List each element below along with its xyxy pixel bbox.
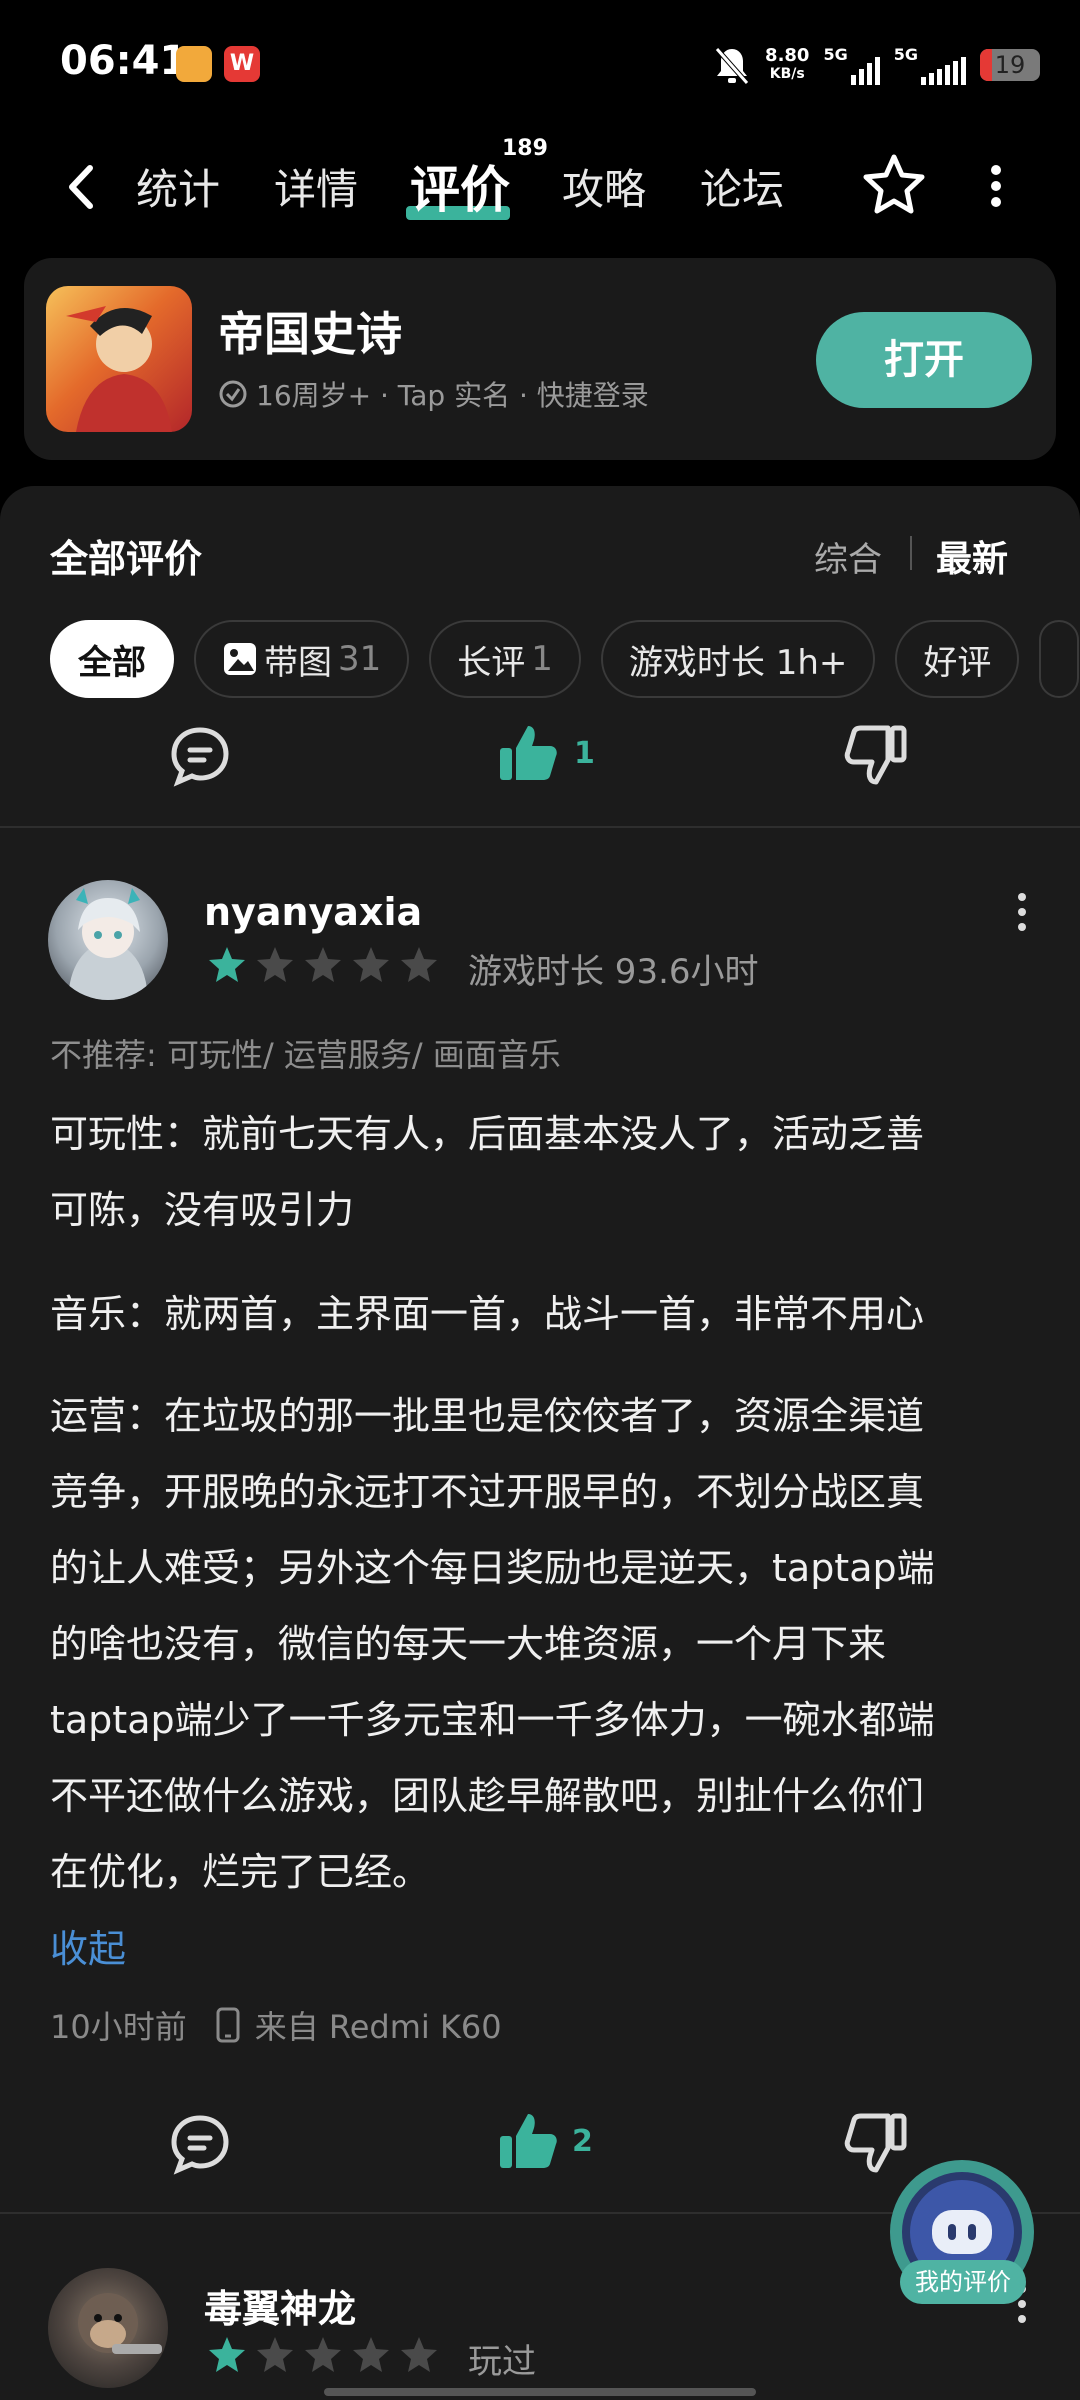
app-meta: 16周岁+ · Tap 实名 · 快捷登录	[218, 374, 649, 414]
reviewer-name[interactable]: 毒翼神龙	[204, 2278, 356, 2333]
star-empty-icon	[257, 947, 293, 982]
star-empty-icon	[305, 947, 341, 982]
star-empty-icon	[401, 2337, 437, 2372]
star-empty-icon	[401, 947, 437, 982]
tab-guides[interactable]: 攻略	[562, 156, 646, 217]
star-filled-icon	[209, 947, 245, 982]
reviews-title: 全部评价	[50, 537, 203, 581]
tab-stats[interactable]: 统计	[136, 156, 220, 217]
filter-chip-more[interactable]	[1039, 620, 1080, 698]
like-count: 1	[574, 736, 595, 771]
filter-chips: 全部 带图 31 长评 1 游戏时长 1h+ 好评	[50, 620, 1080, 700]
my-review-label[interactable]: 我的评价	[900, 2260, 1026, 2304]
home-indicator[interactable]	[324, 2388, 756, 2396]
thumbs-down-icon[interactable]	[844, 724, 908, 788]
phone-icon	[216, 2007, 240, 2043]
status-icons: 8.80 KB/s 5G 5G 19	[713, 40, 1040, 90]
back-arrow-icon[interactable]	[62, 162, 102, 212]
filter-chip-playtime[interactable]: 游戏时长 1h+	[600, 620, 876, 698]
review-paragraph-gameplay: 可玩性：就前七天有人，后面基本没人了，活动乏善 可陈，没有吸引力	[50, 1112, 925, 1232]
review-time: 10小时前	[50, 2008, 187, 2046]
review-more-icon[interactable]	[1016, 892, 1028, 932]
status-time: 06:41	[60, 38, 188, 84]
avatar[interactable]	[48, 2268, 168, 2388]
more-options-icon[interactable]	[988, 164, 1004, 208]
thumbs-down-icon[interactable]	[844, 2112, 908, 2176]
filter-chip-positive[interactable]: 好评	[895, 620, 1020, 698]
network-speed: 8.80 KB/s	[765, 45, 810, 83]
tab-reviews[interactable]: 评价	[410, 150, 510, 222]
sort-combined[interactable]: 综合	[814, 532, 882, 581]
review-paragraph-music: 音乐：就两首，主界面一首，战斗一首，非常不用心	[50, 1292, 925, 1336]
review-device: 来自 Redmi K60	[254, 2008, 502, 2046]
like-count: 2	[572, 2124, 593, 2159]
sort-latest[interactable]: 最新	[936, 530, 1008, 582]
comment-icon[interactable]	[168, 724, 232, 788]
star-filled-icon	[209, 2337, 245, 2372]
check-circle-icon	[219, 380, 247, 408]
signal-2: 5G	[894, 45, 966, 85]
review-tags: 不推荐: 可玩性/ 运营服务/ 画面音乐	[50, 1036, 561, 1074]
review-paragraph-operations: 运营：在垃圾的那一批里也是佼佼者了，资源全渠道 竞争，开服晚的永远打不过开服早的…	[50, 1394, 935, 1894]
rating-stars	[206, 944, 440, 986]
mute-bell-icon	[715, 47, 749, 85]
rating-stars	[206, 2334, 440, 2376]
notification-app-icon	[176, 46, 212, 82]
star-empty-icon	[353, 947, 389, 982]
filter-chip-long-review[interactable]: 长评 1	[429, 620, 581, 698]
collapse-link[interactable]: 收起	[50, 1918, 126, 1973]
open-button[interactable]: 打开	[816, 312, 1032, 408]
filter-chip-all[interactable]: 全部	[50, 620, 174, 698]
playtime: 玩过	[468, 2342, 536, 2382]
battery-indicator: 19	[980, 49, 1040, 81]
star-empty-icon	[305, 2337, 341, 2372]
star-empty-icon	[353, 2337, 389, 2372]
filter-chip-with-images[interactable]: 带图 31	[194, 620, 410, 698]
app-icon	[46, 286, 192, 432]
star-empty-icon	[257, 2337, 293, 2372]
reviews-count-badge: 189	[502, 136, 548, 161]
wps-app-icon: W	[224, 46, 260, 82]
image-icon	[224, 643, 256, 675]
app-name: 帝国史诗	[218, 307, 402, 361]
avatar[interactable]	[48, 880, 168, 1000]
signal-1: 5G	[823, 45, 880, 85]
thumbs-up-icon[interactable]	[496, 2108, 560, 2172]
thumbs-up-icon[interactable]	[496, 720, 560, 784]
comment-icon[interactable]	[168, 2112, 232, 2176]
reviewer-name[interactable]: nyanyaxia	[204, 890, 422, 934]
divider	[0, 826, 1080, 828]
tab-details[interactable]: 详情	[274, 156, 358, 217]
favorite-star-icon[interactable]	[862, 152, 926, 216]
tab-forum[interactable]: 论坛	[700, 156, 784, 217]
sort-separator	[910, 536, 912, 570]
playtime: 游戏时长 93.6小时	[468, 952, 759, 992]
review-footer: 10小时前 来自 Redmi K60	[50, 2002, 502, 2048]
